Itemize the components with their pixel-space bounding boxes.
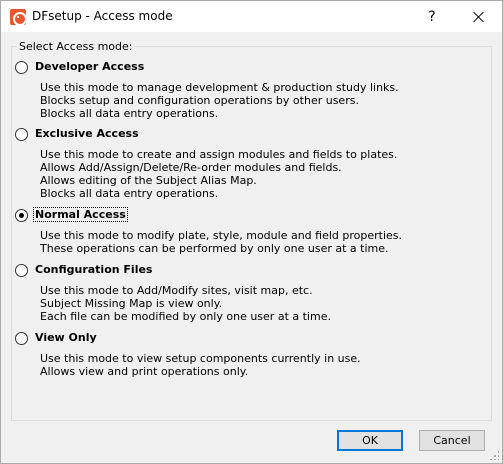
description-line: Blocks all data entry operations. <box>40 107 219 120</box>
option-label[interactable]: Exclusive Access <box>34 127 140 140</box>
description-line: Use this mode to manage development & pr… <box>40 81 399 94</box>
option-label[interactable]: Normal Access <box>33 207 128 222</box>
title-bar[interactable]: DFsetup - Access mode ? <box>1 1 502 32</box>
option-label[interactable]: View Only <box>34 331 98 344</box>
ok-button[interactable]: OK <box>337 430 403 451</box>
option-description: Use this mode to manage development & pr… <box>40 81 399 120</box>
window-title: DFsetup - Access mode <box>32 9 173 23</box>
option-description: Use this mode to modify plate, style, mo… <box>40 229 402 255</box>
close-button[interactable] <box>456 1 502 32</box>
option-description: Use this mode to create and assign modul… <box>40 148 397 200</box>
option-label[interactable]: Configuration Files <box>34 263 153 276</box>
description-line: Use this mode to Add/Modify sites, visit… <box>40 284 313 297</box>
description-line: Use this mode to view setup components c… <box>40 352 361 365</box>
help-icon: ? <box>428 8 436 25</box>
description-line: Use this mode to create and assign modul… <box>40 148 398 161</box>
radio-developer-access[interactable] <box>15 61 28 74</box>
option-label[interactable]: Developer Access <box>34 60 145 73</box>
description-line: Each file can be modified by only one us… <box>40 310 331 323</box>
option-description: Use this mode to Add/Modify sites, visit… <box>40 284 331 323</box>
dialog-window: DFsetup - Access mode ? Select Access mo… <box>0 0 503 464</box>
radio-view-only[interactable] <box>15 332 28 345</box>
description-line: Allows Add/Assign/Delete/Re-order module… <box>40 161 342 174</box>
cancel-button[interactable]: Cancel <box>419 430 485 451</box>
help-button[interactable]: ? <box>409 1 455 32</box>
description-line: Subject Missing Map is view only. <box>40 297 223 310</box>
description-line: Use this mode to modify plate, style, mo… <box>40 229 403 242</box>
close-icon <box>473 11 485 23</box>
description-line: Allows view and print operations only. <box>40 365 249 378</box>
app-icon <box>10 9 27 26</box>
resize-grip[interactable] <box>489 450 499 460</box>
description-line: Allows editing of the Subject Alias Map. <box>40 174 257 187</box>
radio-configuration-files[interactable] <box>15 264 28 277</box>
description-line: Blocks all data entry operations. <box>40 187 219 200</box>
group-label: Select Access mode: <box>17 40 135 53</box>
radio-exclusive-access[interactable] <box>15 128 28 141</box>
description-line: These operations can be performed by onl… <box>40 242 389 255</box>
description-line: Blocks setup and configuration operation… <box>40 94 359 107</box>
radio-normal-access[interactable] <box>15 209 28 222</box>
option-description: Use this mode to view setup components c… <box>40 352 361 378</box>
